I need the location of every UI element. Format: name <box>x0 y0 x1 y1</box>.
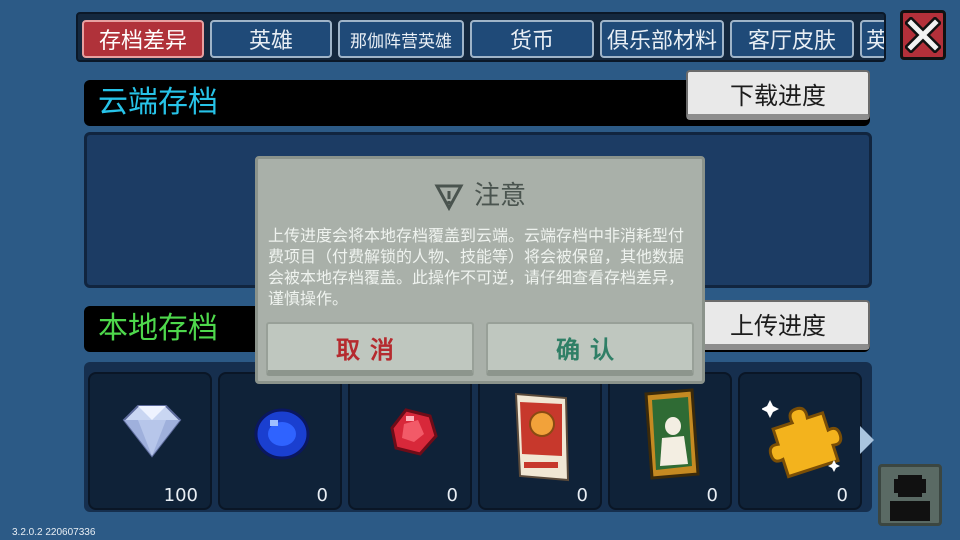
item-slot-card[interactable]: 0 <box>608 372 732 510</box>
tab-heroes[interactable]: 英雄 <box>210 20 332 58</box>
tab-bar: 存档差异 英雄 那伽阵营英雄 货币 俱乐部材料 客厅皮肤 英 <box>76 12 886 62</box>
item-count: 0 <box>706 485 718 506</box>
tab-club-materials[interactable]: 俱乐部材料 <box>600 20 724 58</box>
tab-lounge-skins[interactable]: 客厅皮肤 <box>730 20 854 58</box>
item-slot-ruby[interactable]: 0 <box>348 372 472 510</box>
dialog-title: 注意 <box>258 175 702 212</box>
skin-card-icon <box>644 388 700 480</box>
item-slot-packet[interactable]: 0 <box>478 372 602 510</box>
item-count: 0 <box>836 485 848 506</box>
item-slot-gem[interactable]: 100 <box>88 372 212 510</box>
avatar-button[interactable] <box>878 464 942 526</box>
tab-save-diff[interactable]: 存档差异 <box>82 20 204 58</box>
item-count: 0 <box>446 485 458 506</box>
dialog-title-text: 注意 <box>473 181 526 211</box>
version-label: 3.2.0.2 220607336 <box>12 527 96 538</box>
seed-packet-icon <box>514 392 570 482</box>
confirm-button[interactable]: 确认 <box>486 322 694 376</box>
close-x-icon <box>905 17 941 53</box>
scroll-right-arrow-icon[interactable] <box>858 424 876 456</box>
user-silhouette-icon <box>890 475 930 521</box>
item-slot-sapphire[interactable]: 0 <box>218 372 342 510</box>
close-button[interactable] <box>900 10 946 60</box>
dialog-message: 上传进度会将本地存档覆盖到云端。云端存档中非消耗型付费项目（付费解锁的人物、技能… <box>268 226 685 308</box>
local-items-panel: 100 0 0 0 0 0 <box>84 362 872 512</box>
confirm-dialog: 注意 上传进度会将本地存档覆盖到云端。云端存档中非消耗型付费项目（付费解锁的人物… <box>255 156 705 384</box>
download-progress-button[interactable]: 下载进度 <box>686 70 870 120</box>
red-ruby-icon <box>390 408 438 456</box>
tab-naga-heroes[interactable]: 那伽阵营英雄 <box>338 20 464 58</box>
gold-puzzle-piece-icon <box>762 400 843 479</box>
item-slot-puzzle[interactable]: 0 <box>738 372 862 510</box>
upload-progress-button[interactable]: 上传进度 <box>686 300 870 350</box>
warning-icon <box>434 184 464 211</box>
item-count: 100 <box>163 485 198 506</box>
item-count: 0 <box>576 485 588 506</box>
diamond-gem-icon <box>122 405 182 458</box>
cancel-button[interactable]: 取消 <box>266 322 474 376</box>
tab-currency[interactable]: 货币 <box>470 20 594 58</box>
blue-sapphire-icon <box>254 408 310 460</box>
item-count: 0 <box>316 485 328 506</box>
tab-overflow[interactable]: 英 <box>860 20 884 58</box>
